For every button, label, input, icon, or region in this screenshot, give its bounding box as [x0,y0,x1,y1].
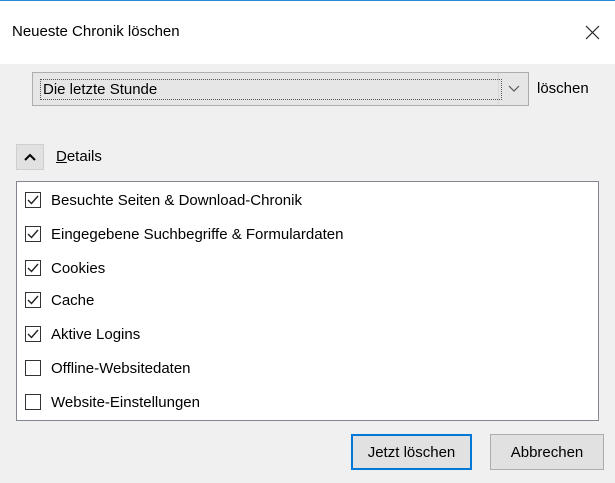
checkmark-icon [27,263,39,273]
list-item-form-history[interactable]: Eingegebene Suchbegriffe & Formulardaten [25,222,343,246]
checkmark-icon [27,195,39,205]
close-icon [585,25,599,39]
checkbox[interactable] [25,292,41,308]
checkbox[interactable] [25,226,41,242]
time-range-selected-value: Die letzte Stunde [40,79,502,100]
list-item-browsing-history[interactable]: Besuchte Seiten & Download-Chronik [25,188,302,212]
checkbox[interactable] [25,260,41,276]
details-checklist: Besuchte Seiten & Download-Chronik Einge… [16,181,599,421]
checkbox[interactable] [25,192,41,208]
list-item-site-settings[interactable]: Website-Einstellungen [25,390,200,414]
cancel-button[interactable]: Abbrechen [490,434,604,470]
list-item-label: Offline-Websitedaten [51,359,191,377]
chevron-up-icon [24,153,36,161]
list-item-label: Aktive Logins [51,325,141,343]
time-range-suffix-label: löschen [537,80,589,97]
list-item-offline-data[interactable]: Offline-Websitedaten [25,356,191,380]
clear-now-button[interactable]: Jetzt löschen [351,434,472,470]
checkbox[interactable] [25,360,41,376]
time-range-select[interactable]: Die letzte Stunde [32,72,529,106]
list-item-cookies[interactable]: Cookies [25,256,105,280]
list-item-cache[interactable]: Cache [25,288,94,312]
list-item-active-logins[interactable]: Aktive Logins [25,322,140,346]
list-item-label: Cookies [51,259,106,277]
dialog-titlebar: Neueste Chronik löschen [0,0,615,64]
list-item-label: Website-Einstellungen [51,393,200,411]
checkmark-icon [27,329,39,339]
time-range-row: Die letzte Stunde löschen [32,72,607,108]
details-label-rest: etails [66,148,102,165]
chevron-down-icon [508,85,519,92]
details-toggle-button[interactable] [16,144,44,170]
checkmark-icon [27,295,39,305]
checkbox[interactable] [25,326,41,342]
checkmark-icon [27,229,39,239]
details-label-accesskey: D [56,148,67,165]
dialog-title: Neueste Chronik löschen [12,23,180,40]
checkbox[interactable] [25,394,41,410]
list-item-label: Eingegebene Suchbegriffe & Formulardaten [51,225,344,243]
list-item-label: Cache [51,291,95,309]
details-label: Details [56,148,102,165]
dropdown-arrow[interactable] [498,73,528,105]
list-item-label: Besuchte Seiten & Download-Chronik [51,191,302,209]
close-button[interactable] [569,2,615,62]
